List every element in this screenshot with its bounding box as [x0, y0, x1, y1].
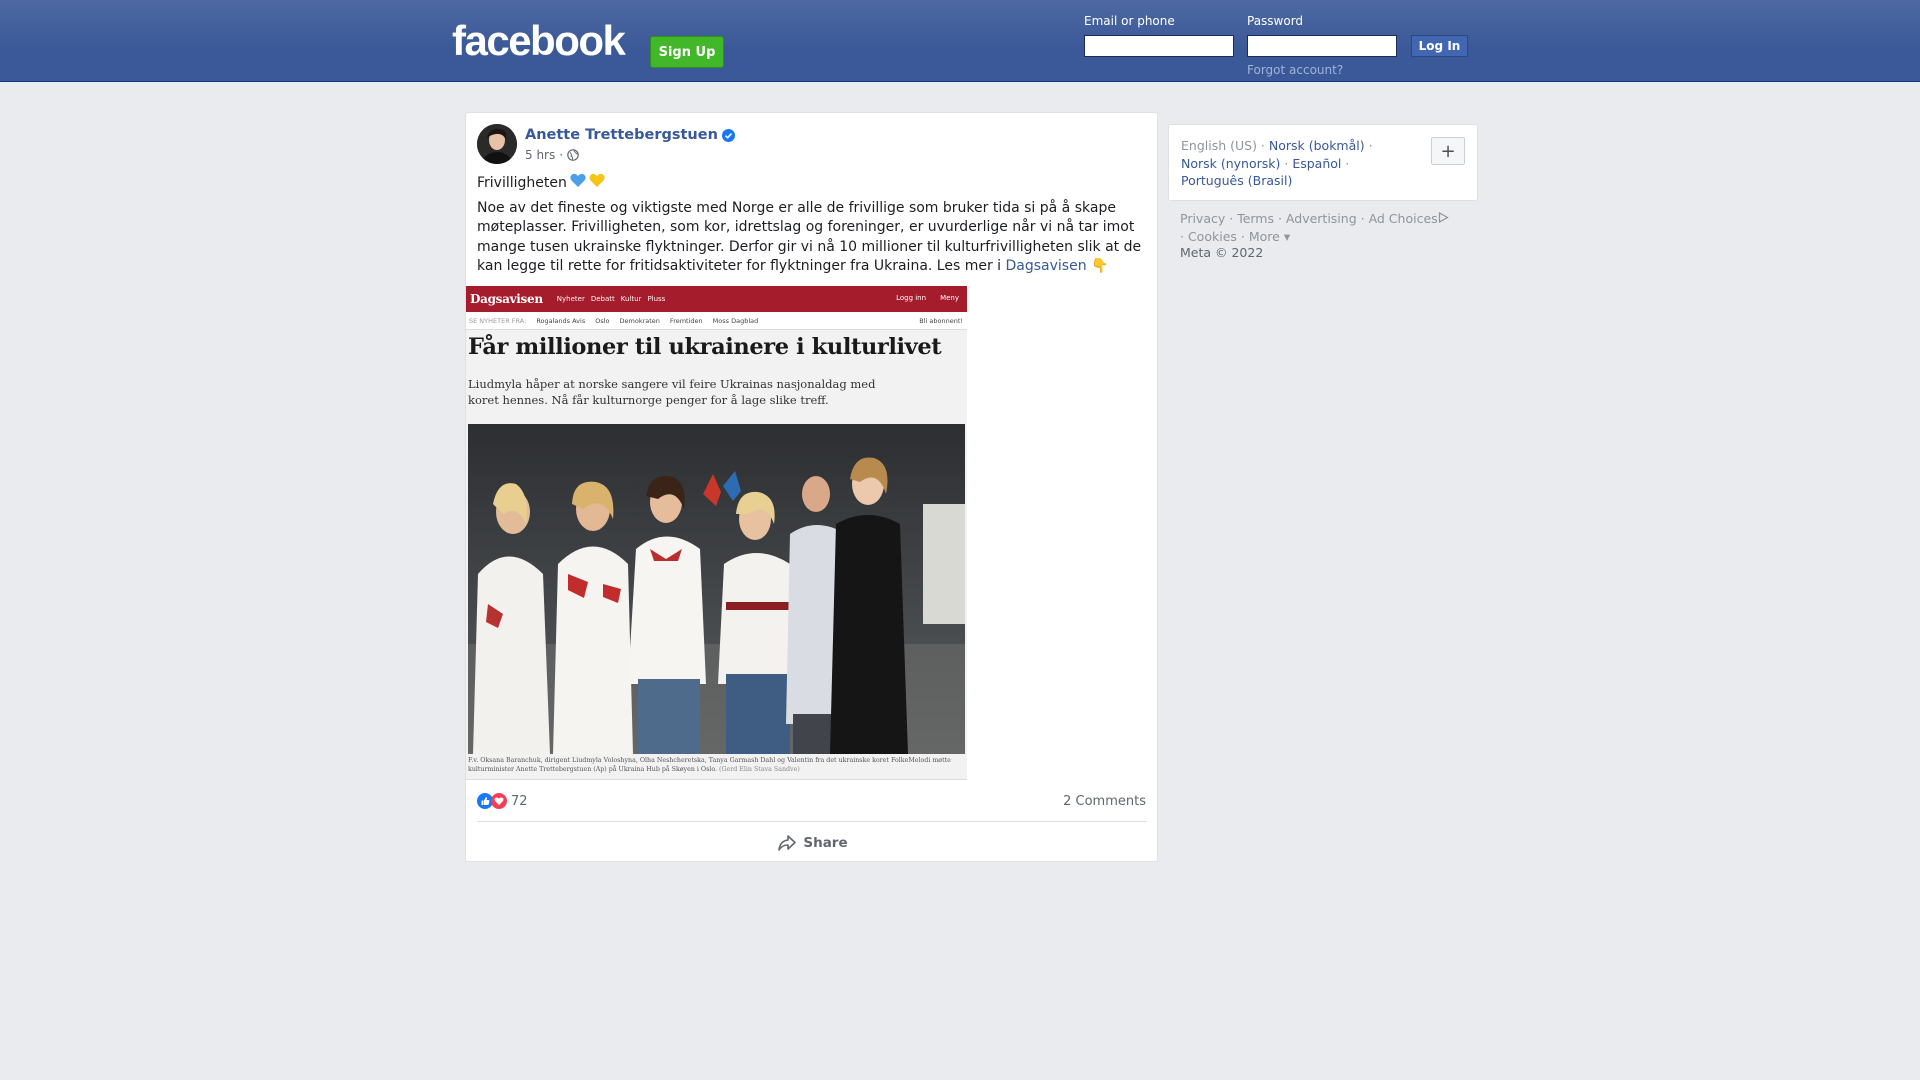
yellow-heart-icon	[589, 173, 605, 192]
more-label: More	[1248, 229, 1280, 244]
ad-choices-icon	[1438, 211, 1449, 226]
top-bar: facebook Sign Up Email or phone Password…	[0, 0, 1920, 82]
dagsavisen-link[interactable]: Dagsavisen	[1006, 258, 1087, 274]
reactions-summary[interactable]: 72	[477, 793, 528, 809]
caption-credit: (Gerd Elin Stava Sandve)	[719, 766, 800, 773]
language-list: English (US) · Norsk (bokmål) · Norsk (n…	[1181, 138, 1373, 188]
footer-link-cookies[interactable]: Cookies	[1188, 229, 1237, 244]
article-caption: F.v. Oksana Baranchuk, dirigent Liudmyla…	[468, 756, 965, 774]
blue-heart-icon	[570, 173, 586, 192]
ds-sub-item: Moss Dagblad	[712, 316, 759, 325]
article-lead: Liudmyla håper at norske sangere vil fei…	[468, 377, 876, 407]
ds-menu: Meny	[940, 294, 959, 302]
ds-sub-item: Demokraten	[619, 316, 660, 325]
post-title: Frivilligheten	[477, 173, 605, 192]
password-label: Password	[1247, 14, 1304, 28]
language-link[interactable]: Español	[1292, 156, 1341, 171]
ds-sub-prefix: SE NYHETER FRA:	[469, 316, 527, 325]
email-input[interactable]	[1084, 35, 1234, 57]
footer-link-advertising[interactable]: Advertising	[1286, 211, 1357, 226]
log-in-button[interactable]: Log In	[1411, 35, 1468, 57]
email-label: Email or phone	[1084, 14, 1175, 28]
author-name-link[interactable]: Anette Trettebergstuen	[525, 127, 735, 143]
language-selector: English (US) · Norsk (bokmål) · Norsk (n…	[1168, 124, 1478, 201]
ds-sub-item: Oslo	[595, 316, 610, 325]
meta-separator: ·	[559, 148, 564, 162]
love-icon	[491, 793, 507, 809]
post-time[interactable]: 5 hrs	[525, 148, 555, 162]
language-link[interactable]: Norsk (nynorsk)	[1181, 156, 1280, 171]
author-avatar[interactable]	[477, 124, 517, 164]
post-body: Noe av det fineste og viktigste med Norg…	[477, 199, 1147, 277]
share-label: Share	[803, 835, 848, 851]
copyright: Meta © 2022	[1180, 245, 1264, 260]
footer-links: Privacy · Terms · Advertising · Ad Choic…	[1180, 210, 1480, 246]
language-link[interactable]: Português (Brasil)	[1181, 173, 1292, 188]
author-name: Anette Trettebergstuen	[525, 127, 718, 143]
ds-nav-item: Pluss	[647, 295, 666, 303]
ds-nav-item: Debatt	[590, 295, 615, 303]
dagsavisen-nav: Dagsavisen Nyheter Debatt Kultur Pluss L…	[466, 286, 967, 312]
ds-sub-item: Rogalands Avis	[536, 316, 586, 325]
ds-sub-item: Fremtiden	[669, 316, 703, 325]
post-divider	[477, 821, 1147, 822]
caret-down-icon: ▾	[1283, 229, 1291, 244]
article-headline: Får millioner til ukrainere i kulturlive…	[468, 334, 942, 360]
language-link[interactable]: Norsk (bokmål)	[1269, 138, 1365, 153]
footer-link-ad-choices[interactable]: Ad Choices	[1369, 211, 1449, 226]
ds-nav-item: Kultur	[620, 295, 642, 303]
sign-up-button[interactable]: Sign Up	[650, 36, 724, 68]
dagsavisen-logo: Dagsavisen	[470, 292, 543, 306]
forgot-account-link[interactable]: Forgot account?	[1247, 63, 1343, 77]
add-language-button[interactable]: +	[1431, 137, 1465, 165]
ds-subnav: SE NYHETER FRA: Rogalands Avis Oslo Demo…	[466, 312, 967, 330]
ad-choices-label: Ad Choices	[1368, 211, 1438, 226]
reactions-count: 72	[511, 793, 528, 809]
globe-icon[interactable]	[567, 149, 579, 161]
facebook-logo[interactable]: facebook	[452, 20, 626, 62]
ds-subscribe: Bli abonnent!	[919, 316, 963, 325]
post-card: Anette Trettebergstuen 5 hrs · Frivillig…	[465, 112, 1158, 862]
post-title-text: Frivilligheten	[477, 174, 567, 191]
footer-link-more[interactable]: More ▾	[1249, 229, 1290, 244]
share-icon	[777, 834, 797, 852]
pointing-down-emoji: 👇	[1091, 258, 1109, 275]
verified-badge-icon	[721, 128, 735, 142]
ds-nav-item: Nyheter	[556, 295, 585, 303]
caption-text: F.v. Oksana Baranchuk, dirigent Liudmyla…	[468, 757, 951, 773]
article-photo	[468, 424, 965, 754]
share-button[interactable]: Share	[466, 829, 1159, 857]
language-current: English (US)	[1181, 138, 1257, 153]
password-input[interactable]	[1247, 35, 1397, 57]
article-image[interactable]: Dagsavisen Nyheter Debatt Kultur Pluss L…	[466, 286, 967, 780]
footer-link-privacy[interactable]: Privacy	[1180, 211, 1225, 226]
footer-link-terms[interactable]: Terms	[1237, 211, 1274, 226]
ds-login: Logg inn	[896, 294, 927, 302]
post-meta: 5 hrs ·	[525, 148, 579, 162]
comments-count[interactable]: 2 Comments	[1063, 794, 1146, 809]
